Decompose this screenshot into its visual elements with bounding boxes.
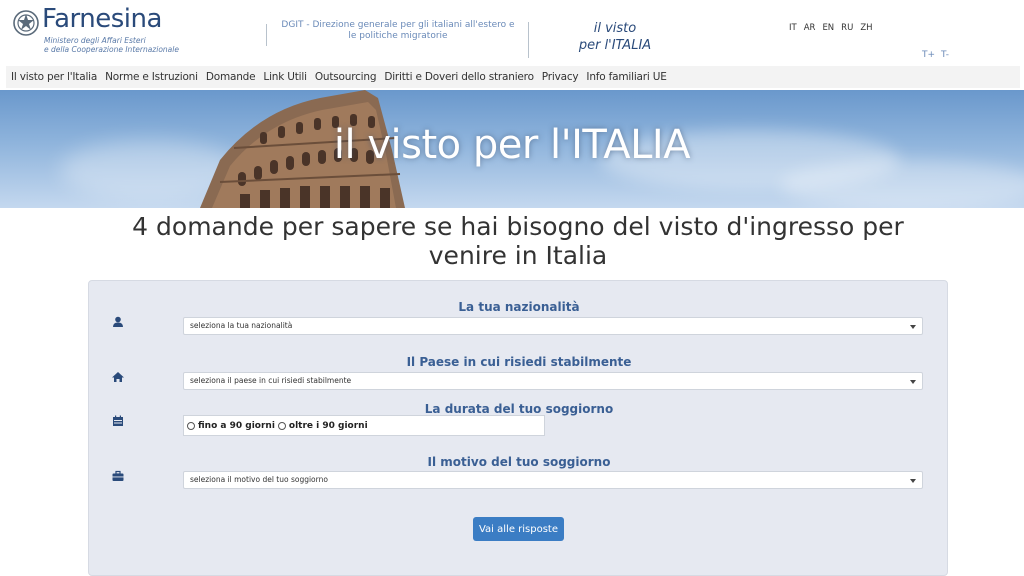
home-icon [112,372,124,382]
purpose-select[interactable]: seleziona il motivo del tuo soggiorno [183,471,923,489]
nav-item-link-utili[interactable]: Link Utili [263,71,307,83]
briefcase-icon [112,470,124,481]
nav-item-visto[interactable]: Il visto per l'Italia [11,71,97,83]
residence-select-value: seleziona il paese in cui risiedi stabil… [190,376,352,385]
q2-label: Il Paese in cui risiedi stabilmente [406,355,632,369]
user-icon [113,316,123,327]
q4-label: Il motivo del tuo soggiorno [427,455,611,469]
logo-subtitle-2: e della Cooperazione Internazionale [44,45,179,54]
visa-questionnaire: La tua nazionalità seleziona la tua nazi… [88,280,948,576]
lang-zh[interactable]: ZH [860,23,872,33]
visto-heading[interactable]: il visto per l'ITALIA [560,20,670,54]
chevron-down-icon [910,325,916,329]
purpose-select-value: seleziona il motivo del tuo soggiorno [190,475,328,484]
nav-item-domande[interactable]: Domande [206,71,256,83]
visto-heading-line2: per l'ITALIA [578,38,652,53]
nav-item-privacy[interactable]: Privacy [542,71,579,83]
chevron-down-icon [910,380,916,384]
font-size-controls: T+ T- [922,50,949,60]
page-headline: 4 domande per sapere se hai bisogno del … [132,212,904,270]
header-divider [266,24,267,46]
calendar-icon [113,415,123,426]
lang-it[interactable]: IT [789,23,797,33]
lang-ar[interactable]: AR [804,23,816,33]
chevron-down-icon [910,479,916,483]
nav-item-norme[interactable]: Norme e Istruzioni [105,71,198,83]
duration-option-long-label: oltre i 90 giorni [288,420,368,431]
lang-ru[interactable]: RU [841,23,853,33]
hero-banner: il visto per l'ITALIA [0,90,1024,208]
nationality-select[interactable]: seleziona la tua nazionalità [183,317,923,335]
font-decrease-button[interactable]: T- [941,50,949,60]
radio-button[interactable] [277,421,286,430]
main-nav: Il visto per l'Italia Norme e Istruzioni… [6,66,1020,88]
q1-label: La tua nazionalità [458,300,580,314]
q3-label: La durata del tuo soggiorno [424,402,614,416]
dgit-text[interactable]: DGIT - Direzione generale per gli italia… [276,20,520,42]
language-switcher: IT AR EN RU ZH [789,23,873,33]
duration-option-long[interactable]: oltre i 90 giorni [277,420,368,431]
emblem-icon[interactable] [12,8,40,38]
font-increase-button[interactable]: T+ [922,50,935,60]
banner-title: il visto per l'ITALIA [333,122,691,168]
duration-option-short[interactable]: fino a 90 giorni [187,421,275,431]
residence-select[interactable]: seleziona il paese in cui risiedi stabil… [183,372,923,390]
nav-item-info-familiari[interactable]: Info familiari UE [586,71,666,83]
logo-subtitle-1: Ministero degli Affari Esteri [44,36,146,45]
radio-button[interactable] [187,421,195,430]
nav-item-diritti[interactable]: Diritti e Doveri dello straniero [384,71,534,83]
nav-item-outsourcing[interactable]: Outsourcing [315,71,377,83]
site-header: Farnesina Ministero degli Affari Esteri … [0,0,1024,66]
submit-button[interactable]: Vai alle risposte [473,517,564,541]
duration-radio-group: fino a 90 giorni oltre i 90 giorni [183,415,545,436]
visto-heading-line1: il visto [593,21,637,36]
duration-option-short-label: fino a 90 giorni [198,420,275,431]
logo-title[interactable]: Farnesina [42,4,162,34]
lang-en[interactable]: EN [822,23,834,33]
nationality-select-value: seleziona la tua nazionalità [190,321,293,330]
header-divider [528,22,529,58]
